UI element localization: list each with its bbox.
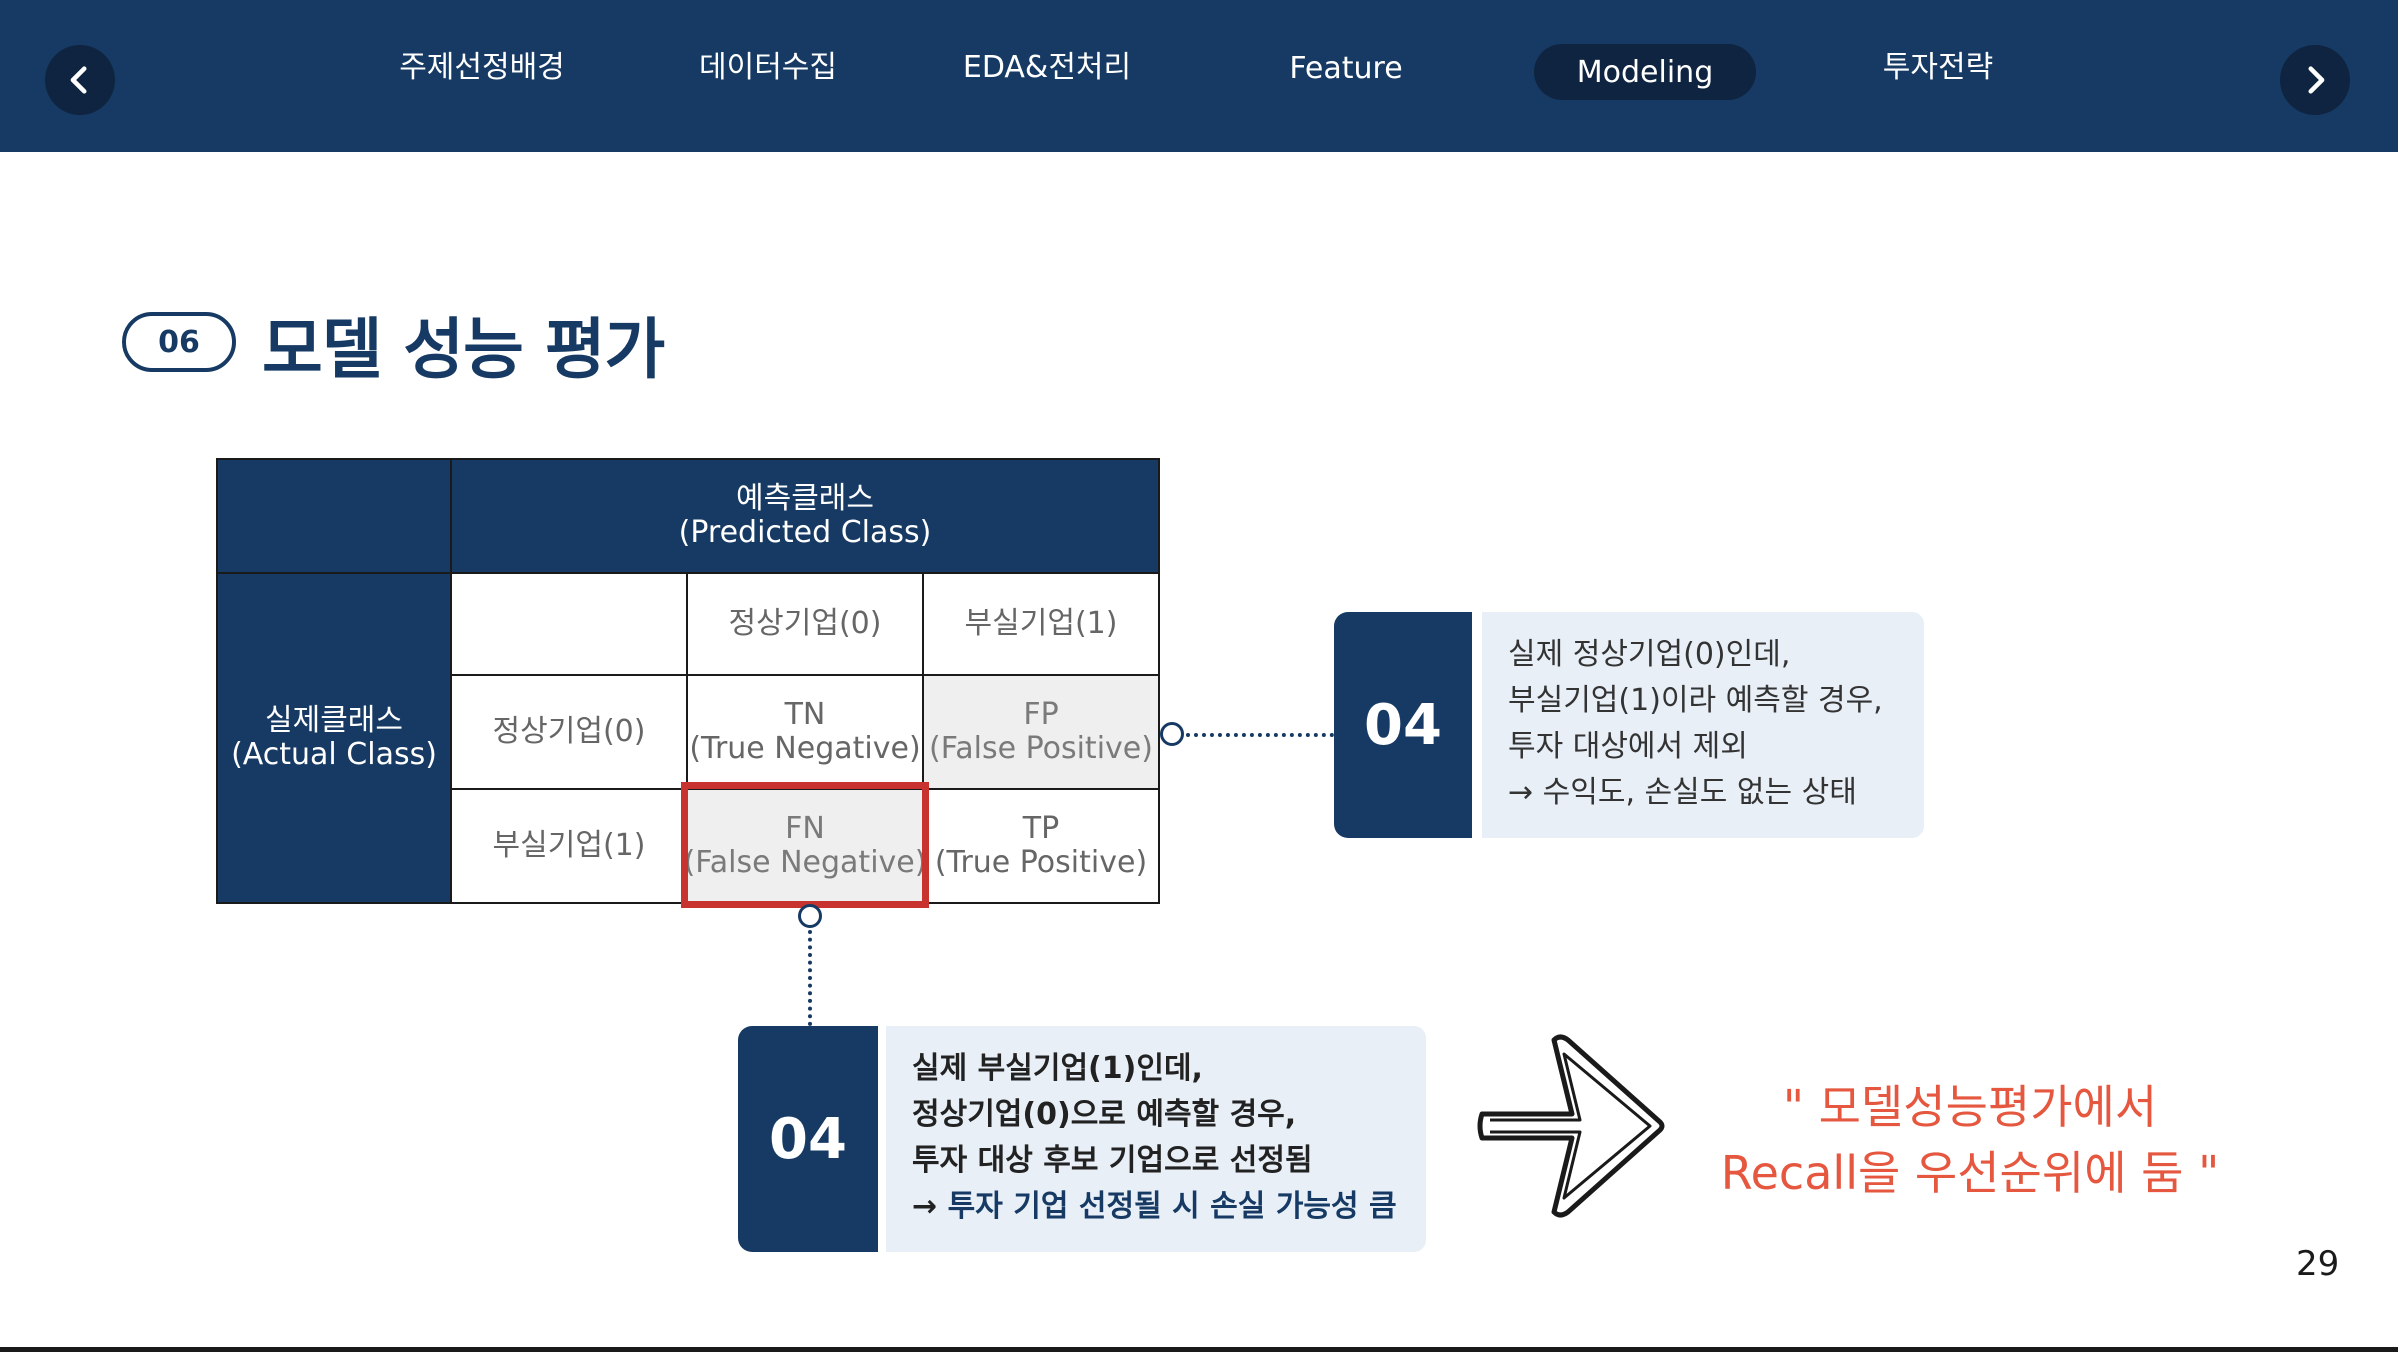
tab-feature[interactable]: Feature: [1280, 40, 1412, 96]
row-header-normal: 정상기업(0): [450, 674, 688, 790]
tab-investment-strategy[interactable]: 투자전략: [1868, 36, 2008, 92]
tn-full: (True Negative): [689, 731, 921, 766]
page-number: 29: [2296, 1244, 2340, 1284]
fp-callout-number: 04: [1334, 612, 1472, 838]
section-number-badge: 06: [122, 312, 236, 372]
arrow-right-symbol: →: [912, 1189, 938, 1224]
predicted-class-label-en: (Predicted Class): [678, 515, 932, 550]
cell-true-positive: TP (True Positive): [922, 788, 1160, 904]
actual-class-header: 실제클래스 (Actual Class): [216, 572, 452, 904]
tab-eda-preprocessing[interactable]: EDA&전처리: [960, 36, 1134, 92]
page-title: 모델 성능 평가: [262, 311, 665, 388]
conclusion-text: " 모델성능평가에서 Recall을 우선순위에 둠 ": [1710, 1074, 2230, 1206]
fn-callout-line: 정상기업(0)으로 예측할 경우,: [912, 1097, 1297, 1132]
big-right-arrow-icon: [1477, 1034, 1665, 1218]
fp-callout-text: 실제 정상기업(0)인데, 부실기업(1)이라 예측할 경우, 투자 대상에서 …: [1482, 612, 1924, 838]
row-header-distressed: 부실기업(1): [450, 788, 688, 904]
actual-class-label-en: (Actual Class): [231, 737, 437, 772]
top-navigation-bar: 주제선정배경 데이터수집 EDA&전처리 Feature Modeling 투자…: [0, 0, 2398, 152]
tab-topic-background[interactable]: 주제선정배경: [392, 36, 572, 92]
tn-abbrev: TN: [784, 697, 826, 732]
fp-callout-line: 투자 대상에서 제외: [1508, 729, 1748, 764]
fp-abbrev: FP: [1023, 697, 1059, 732]
tp-full: (True Positive): [934, 845, 1148, 880]
conclusion-line: " 모델성능평가에서: [1782, 1080, 2158, 1134]
chevron-right-icon[interactable]: [2280, 45, 2350, 115]
matrix-empty-cell: [450, 572, 688, 676]
cell-false-positive: FP (False Positive): [922, 674, 1160, 790]
fp-full: (False Positive): [929, 731, 1153, 766]
fp-callout-line: → 수익도, 손실도 없는 상태: [1508, 775, 1857, 810]
predicted-class-header: 예측클래스 (Predicted Class): [450, 458, 1160, 574]
fn-callout-highlight-line: → 투자 기업 선정될 시 손실 가능성 큼: [912, 1184, 1400, 1230]
fn-callout-text: 실제 부실기업(1)인데, 정상기업(0)으로 예측할 경우, 투자 대상 후보…: [886, 1026, 1426, 1252]
conclusion-line: Recall을 우선순위에 둠 ": [1720, 1146, 2220, 1200]
fp-callout-line: 부실기업(1)이라 예측할 경우,: [1508, 683, 1883, 718]
predicted-class-label-ko: 예측클래스: [736, 481, 874, 516]
confusion-matrix: 예측클래스 (Predicted Class) 실제클래스 (Actual Cl…: [216, 458, 1160, 908]
fn-connector-dot: [798, 904, 822, 928]
tab-data-collection[interactable]: 데이터수집: [688, 36, 848, 92]
false-negative-highlight-box: [681, 782, 929, 908]
fn-callout-highlight: 투자 기업 선정될 시 손실 가능성 큼: [947, 1189, 1397, 1224]
tab-modeling[interactable]: Modeling: [1534, 44, 1756, 100]
column-header-distressed: 부실기업(1): [922, 572, 1160, 676]
fn-callout-line: 투자 대상 후보 기업으로 선정됨: [912, 1143, 1313, 1178]
column-header-normal: 정상기업(0): [686, 572, 924, 676]
cell-true-negative: TN (True Negative): [686, 674, 924, 790]
chevron-left-icon[interactable]: [45, 45, 115, 115]
fn-callout-number: 04: [738, 1026, 878, 1252]
fn-callout-line: 실제 부실기업(1)인데,: [912, 1051, 1203, 1086]
matrix-corner-cell: [216, 458, 452, 574]
fp-connector-dot: [1160, 722, 1184, 746]
bottom-divider: [0, 1347, 2398, 1352]
fn-connector-line: [808, 930, 812, 1026]
fp-callout-line: 실제 정상기업(0)인데,: [1508, 637, 1791, 672]
actual-class-label-ko: 실제클래스: [265, 703, 403, 738]
fp-connector-line: [1186, 733, 1334, 737]
tp-abbrev: TP: [1022, 811, 1060, 846]
